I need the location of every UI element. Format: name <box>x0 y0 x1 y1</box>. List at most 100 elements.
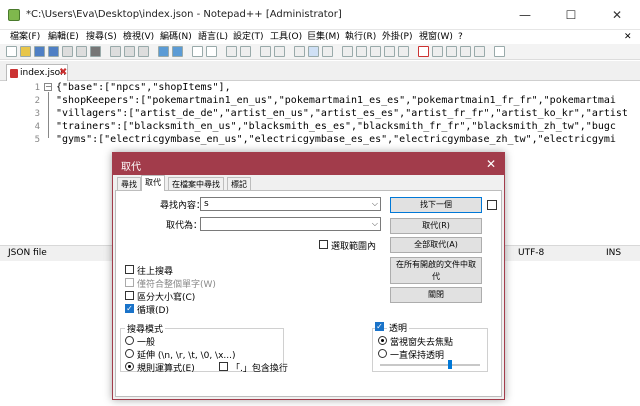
mode-normal-radio[interactable] <box>125 336 134 345</box>
dialog-close-button[interactable]: ✕ <box>483 156 499 172</box>
menu-tools[interactable]: 工具(O) <box>270 30 302 44</box>
file-modified-icon <box>10 69 18 78</box>
find-icon[interactable] <box>192 46 203 57</box>
play-macro-icon[interactable] <box>446 46 457 57</box>
undo-icon[interactable] <box>158 46 169 57</box>
tab-bar: index.json ✖ <box>0 61 640 81</box>
menu-language[interactable]: 語言(L) <box>198 30 228 44</box>
new-file-icon[interactable] <box>6 46 17 57</box>
whole-word-checkbox[interactable] <box>125 278 134 287</box>
menu-help[interactable]: ? <box>458 30 463 44</box>
paste-icon[interactable] <box>138 46 149 57</box>
stop-macro-icon[interactable] <box>432 46 443 57</box>
spell-check-icon[interactable] <box>494 46 505 57</box>
dot-newline-checkbox[interactable] <box>219 362 228 371</box>
in-selection-checkbox[interactable] <box>319 240 328 249</box>
chevron-down-icon[interactable]: ⌵ <box>372 218 378 230</box>
transparency-checkbox[interactable]: ✓ <box>375 322 384 331</box>
record-macro-icon[interactable] <box>418 46 429 57</box>
transparency-lose-focus-label: 當視窗失去焦點 <box>390 338 454 348</box>
chevron-down-icon[interactable]: ⌵ <box>372 198 378 210</box>
match-case-checkbox[interactable] <box>125 291 134 300</box>
play-multiple-icon[interactable] <box>460 46 471 57</box>
word-wrap-icon[interactable] <box>294 46 305 57</box>
transparency-slider-thumb[interactable] <box>448 360 452 369</box>
status-file-type: JSON file <box>8 248 47 258</box>
menu-file[interactable]: 檔案(F) <box>10 30 40 44</box>
monitoring-icon[interactable] <box>398 46 409 57</box>
close-all-icon[interactable] <box>76 46 87 57</box>
close-window-button[interactable]: ✕ <box>594 0 640 30</box>
zoom-out-icon[interactable] <box>240 46 251 57</box>
doc-map-icon[interactable] <box>356 46 367 57</box>
print-icon[interactable] <box>90 46 101 57</box>
menu-run[interactable]: 執行(R) <box>345 30 376 44</box>
find-next-option-checkbox[interactable] <box>487 200 497 210</box>
replace-icon[interactable] <box>206 46 217 57</box>
replace-button[interactable]: 取代(R) <box>390 218 482 234</box>
tab-mark[interactable]: 標記 <box>227 177 251 191</box>
transparency-always-radio[interactable] <box>378 349 387 358</box>
code-line-1: {"base":["npcs","shopItems"], <box>56 82 231 93</box>
mode-extended-radio[interactable] <box>125 349 134 358</box>
menu-search[interactable]: 搜尋(S) <box>86 30 117 44</box>
sync-vertical-icon[interactable] <box>260 46 271 57</box>
find-input[interactable]: s ⌵ <box>200 197 381 211</box>
line-number: 2 <box>34 96 40 106</box>
wrap-checkbox[interactable]: ✓ <box>125 304 134 313</box>
tab-find[interactable]: 尋找 <box>117 177 141 191</box>
function-list-icon[interactable] <box>370 46 381 57</box>
zoom-in-icon[interactable] <box>226 46 237 57</box>
minimize-button[interactable]: — <box>502 0 548 30</box>
copy-icon[interactable] <box>124 46 135 57</box>
close-dialog-button[interactable]: 關閉 <box>390 287 482 303</box>
transparency-always-label: 一直保持透明 <box>390 351 445 361</box>
menu-window[interactable]: 視窗(W) <box>419 30 453 44</box>
cut-icon[interactable] <box>110 46 121 57</box>
tab-index-json[interactable]: index.json ✖ <box>6 64 68 81</box>
menu-view[interactable]: 檢視(V) <box>123 30 154 44</box>
close-icon[interactable] <box>62 46 73 57</box>
save-icon[interactable] <box>34 46 45 57</box>
save-macro-icon[interactable] <box>474 46 485 57</box>
menu-macro[interactable]: 巨集(M) <box>307 30 340 44</box>
mode-regex-label: 規則運算式(E) <box>137 364 195 374</box>
indent-guide-icon[interactable] <box>322 46 333 57</box>
transparency-title: 透明 <box>387 321 410 334</box>
close-document-icon[interactable]: ✕ <box>624 30 632 44</box>
notepadpp-icon <box>8 9 20 21</box>
title-bar: *C:\Users\Eva\Desktop\index.json - Notep… <box>0 0 640 30</box>
replace-input[interactable]: ⌵ <box>200 217 381 231</box>
menu-encoding[interactable]: 編碼(N) <box>160 30 192 44</box>
toolbar <box>0 44 640 60</box>
language-icon[interactable] <box>342 46 353 57</box>
replace-all-open-docs-button[interactable]: 在所有開啟的文件中取代 <box>390 257 482 284</box>
status-encoding: UTF-8 <box>518 248 545 258</box>
maximize-button[interactable]: ☐ <box>548 0 594 30</box>
show-all-chars-icon[interactable] <box>308 46 319 57</box>
redo-icon[interactable] <box>172 46 183 57</box>
sync-horizontal-icon[interactable] <box>274 46 285 57</box>
replace-all-button[interactable]: 全部取代(A) <box>390 237 482 253</box>
folder-workspace-icon[interactable] <box>384 46 395 57</box>
backward-checkbox[interactable] <box>125 265 134 274</box>
code-line-3: "villagers":["artist_de_de","artist_en_u… <box>56 108 628 119</box>
save-all-icon[interactable] <box>48 46 59 57</box>
tab-replace[interactable]: 取代 <box>141 175 165 191</box>
replace-dialog: 取代 ✕ 尋找 取代 在檔案中尋找 標記 尋找內容： s ⌵ 取代為： ⌵ 選取… <box>112 152 505 400</box>
find-next-button[interactable]: 找下一個 <box>390 197 482 213</box>
fold-toggle-icon[interactable]: − <box>44 83 52 91</box>
dialog-title-bar[interactable]: 取代 ✕ <box>113 153 504 175</box>
menu-edit[interactable]: 編輯(E) <box>48 30 79 44</box>
line-number: 4 <box>34 122 40 132</box>
line-number-gutter: 1 2 3 4 5 <box>0 81 44 245</box>
tab-close-icon[interactable]: ✖ <box>59 67 67 78</box>
menu-settings[interactable]: 設定(T) <box>233 30 264 44</box>
replace-panel: 尋找內容： s ⌵ 取代為： ⌵ 選取範圍內 找下一個 取代(R) 全部取代(A… <box>115 190 502 397</box>
open-file-icon[interactable] <box>20 46 31 57</box>
menu-plugins[interactable]: 外掛(P) <box>382 30 412 44</box>
tab-find-in-files[interactable]: 在檔案中尋找 <box>168 177 224 191</box>
mode-regex-radio[interactable] <box>125 362 134 371</box>
wrap-label: 循環(D) <box>137 306 169 316</box>
transparency-lose-focus-radio[interactable] <box>378 336 387 345</box>
